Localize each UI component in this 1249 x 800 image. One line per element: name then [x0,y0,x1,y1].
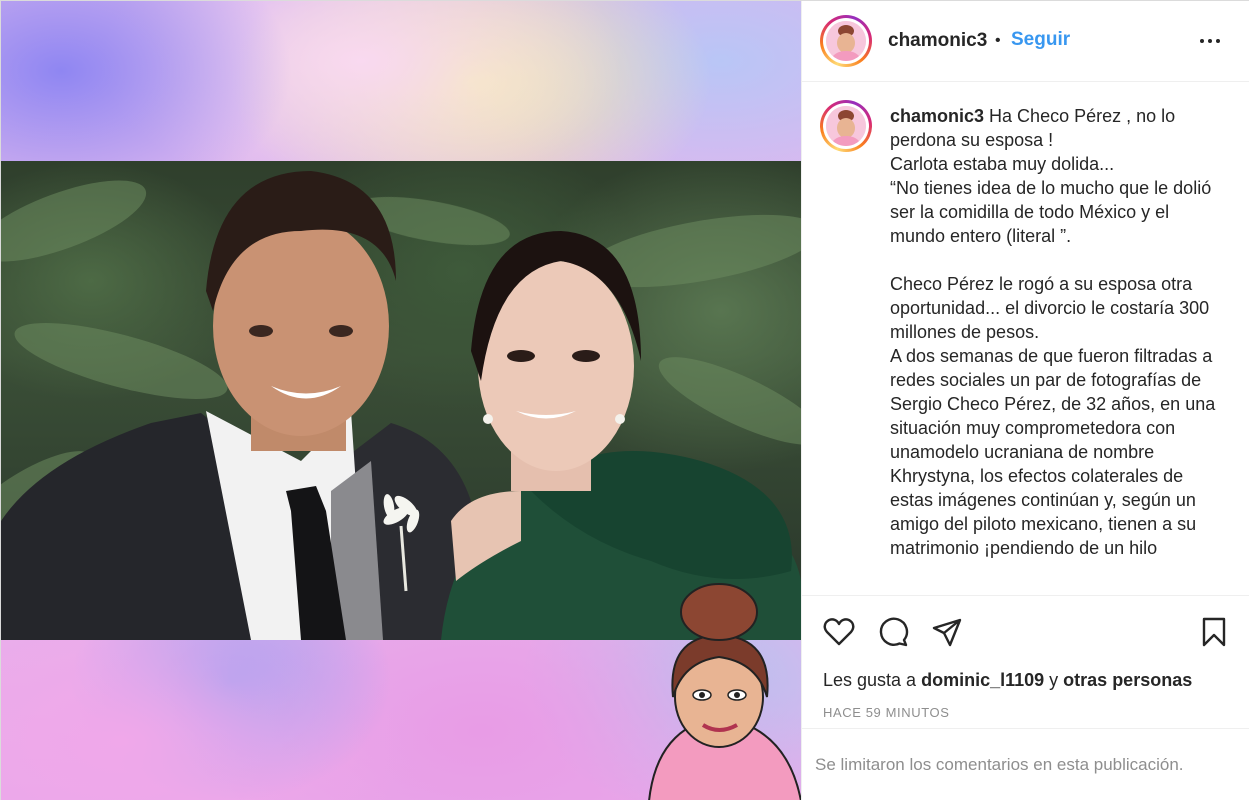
cartoon-avatar-sticker [648,583,801,800]
bookmark-icon[interactable] [1198,616,1230,648]
share-icon[interactable] [931,616,963,648]
username-link[interactable]: chamonic3 [888,30,987,52]
likes-user-link[interactable]: dominic_l1109 [921,670,1044,690]
post-caption: chamonic3 Ha Checo Pérez , no lo perdona… [890,104,1220,560]
post-dialog: chamonic3 • Seguir chamonic3 Ha Checo Pé… [0,0,1249,800]
likes-prefix: Les gusta a [823,670,922,690]
post-sidebar: chamonic3 • Seguir chamonic3 Ha Checo Pé… [801,1,1249,800]
likes-others-link[interactable]: otras personas [1063,670,1192,690]
post-media[interactable] [1,1,801,800]
comments-notice-text: Se limitaron los comentarios en esta pub… [815,755,1184,774]
couple-photo [1,161,801,640]
caption-section: chamonic3 Ha Checo Pérez , no lo perdona… [802,82,1249,595]
comment-icon[interactable] [877,616,909,648]
caption-text: Ha Checo Pérez , no lo perdona su esposa… [890,106,1216,558]
caption-username[interactable]: chamonic3 [890,106,984,126]
action-bar: Les gusta a dominic_l1109 y otras person… [802,595,1249,730]
post-timestamp[interactable]: HACE 59 MINUTOS [823,705,950,720]
caption-avatar[interactable] [820,100,872,152]
separator-dot: • [995,32,1001,49]
likes-summary[interactable]: Les gusta a dominic_l1109 y otras person… [823,670,1192,691]
heart-icon[interactable] [823,616,855,648]
likes-middle: y [1044,670,1064,690]
post-header: chamonic3 • Seguir [802,1,1249,82]
follow-button[interactable]: Seguir [1011,29,1070,51]
profile-avatar[interactable] [820,15,872,67]
comments-limited-notice: Se limitaron los comentarios en esta pub… [802,728,1249,800]
more-options-icon[interactable] [1194,25,1226,55]
